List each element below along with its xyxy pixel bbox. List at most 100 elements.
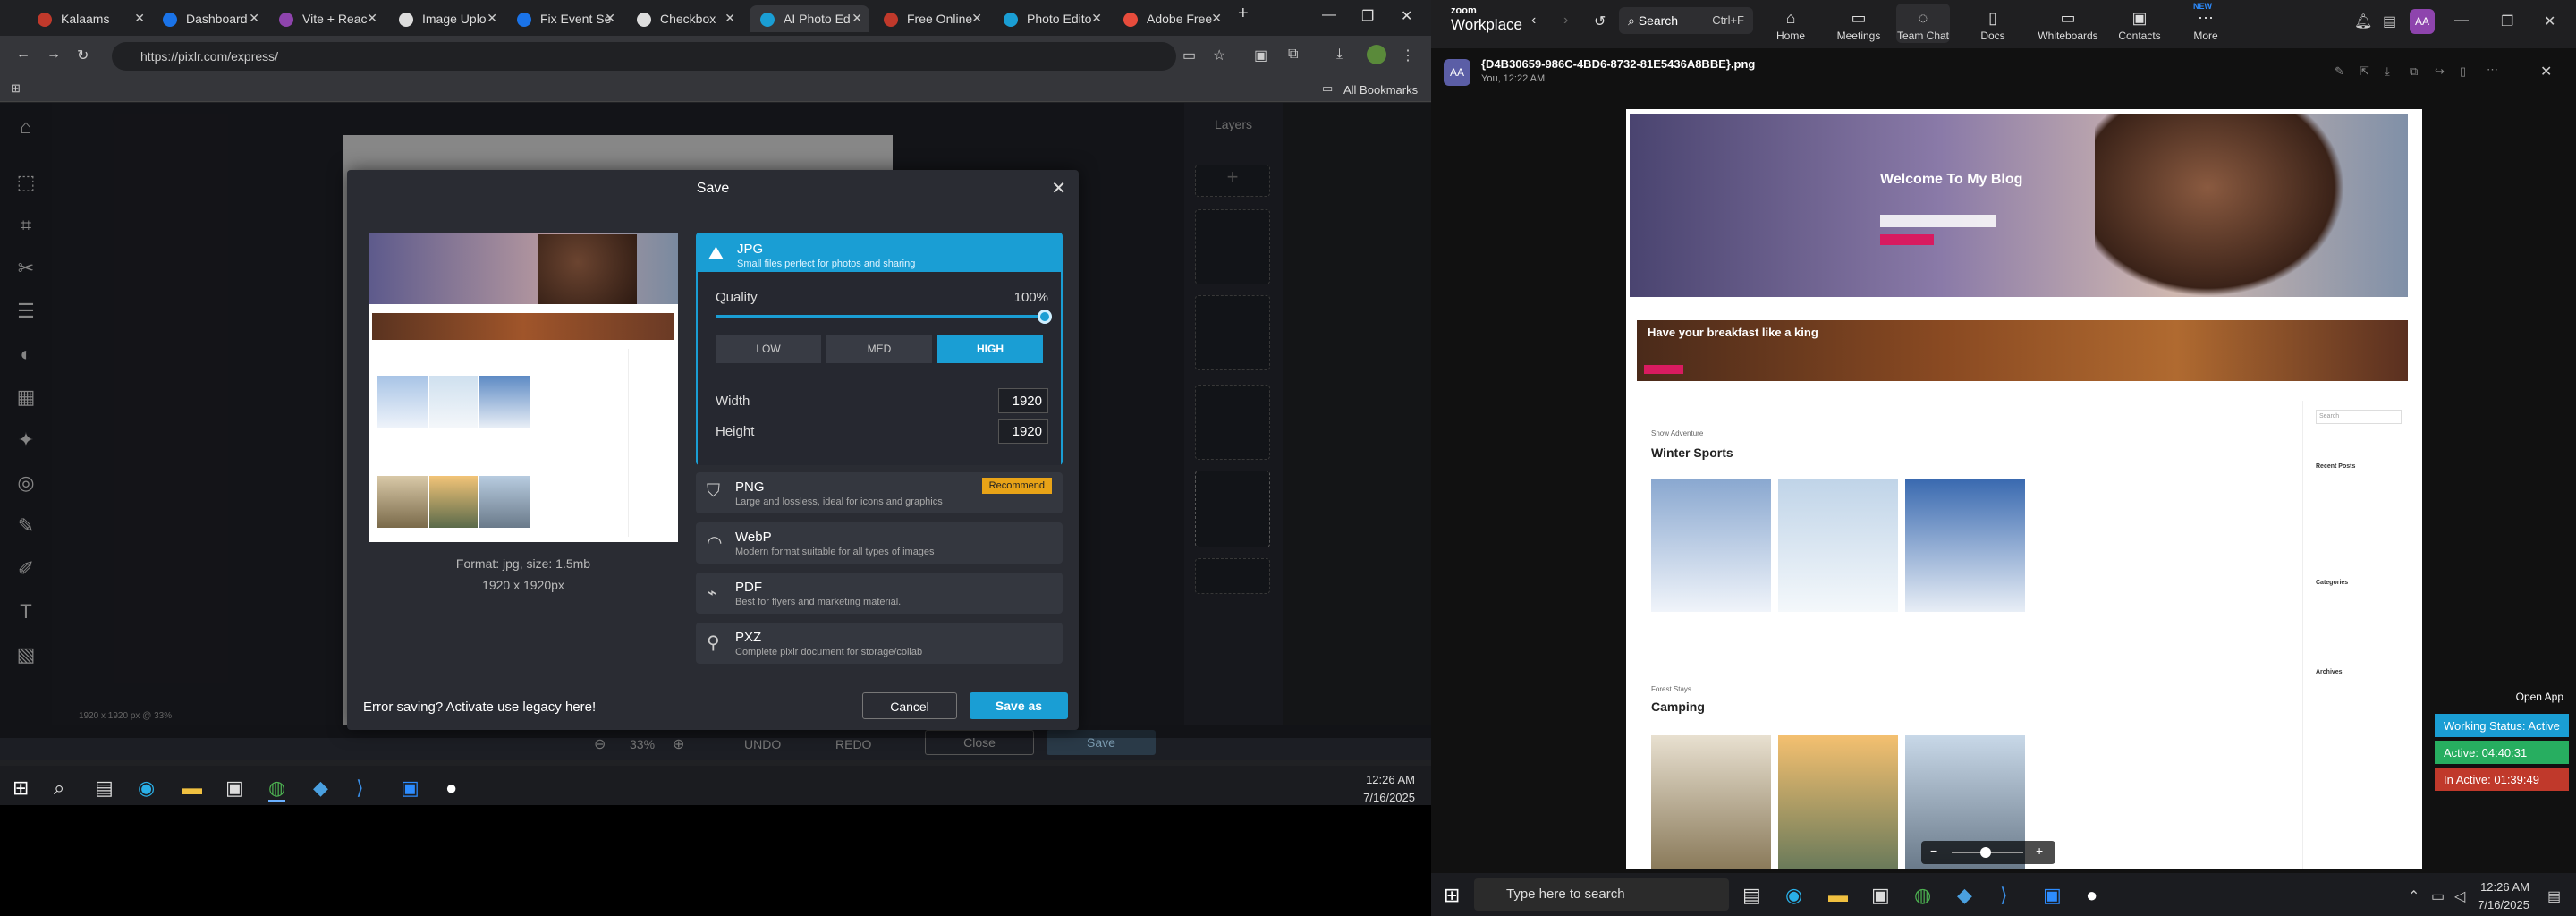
- store-icon[interactable]: ▣: [225, 776, 244, 800]
- close-tab-icon[interactable]: ✕: [971, 11, 982, 26]
- puzzle-icon[interactable]: ⧉: [1288, 47, 1298, 63]
- apps-icon[interactable]: ▤: [2383, 13, 2396, 30]
- file-explorer-icon[interactable]: ▬: [1828, 884, 1848, 907]
- zoom-app-icon[interactable]: ▣: [2043, 884, 2062, 907]
- minimize-icon[interactable]: —: [2454, 13, 2469, 29]
- minimize-icon[interactable]: —: [1322, 7, 1336, 23]
- file-explorer-icon[interactable]: ▬: [182, 776, 202, 800]
- back-icon[interactable]: ‹: [1531, 13, 1536, 29]
- zoom-search-field[interactable]: ⌕ Search Ctrl+F: [1619, 7, 1753, 34]
- close-tab-icon[interactable]: ✕: [367, 11, 377, 26]
- store-icon[interactable]: ▣: [1871, 884, 1890, 907]
- new-tab-icon[interactable]: +: [1238, 4, 1249, 24]
- open-external-icon[interactable]: ⇱: [2360, 64, 2369, 79]
- url-field[interactable]: https://pixlr.com/express/: [112, 42, 1176, 71]
- tray-chevron-icon[interactable]: ⌃: [2408, 887, 2419, 905]
- close-tab-icon[interactable]: ✕: [605, 11, 615, 26]
- system-clock[interactable]: 12:26 AM 7/16/2025: [2478, 878, 2529, 914]
- pdf-option[interactable]: ⌁ PDF Best for flyers and marketing mate…: [696, 572, 1063, 614]
- pxz-option[interactable]: ⚲ PXZ Complete pixlr document for storag…: [696, 623, 1063, 664]
- forward-icon[interactable]: ›: [1563, 13, 1568, 29]
- volume-icon[interactable]: ◁: [2454, 887, 2465, 905]
- windows-start-icon[interactable]: ⊞: [1444, 884, 1460, 907]
- redo-button[interactable]: REDO: [835, 737, 871, 751]
- dialog-close-icon[interactable]: ✕: [1051, 177, 1066, 199]
- close-tab-icon[interactable]: ✕: [1091, 11, 1102, 26]
- tab-free-online[interactable]: Free Online ✕: [873, 5, 989, 32]
- vscode-alt-icon[interactable]: ◆: [313, 776, 328, 800]
- more-options-icon[interactable]: ⋯: [2487, 63, 2498, 77]
- cancel-button[interactable]: Cancel: [862, 692, 957, 719]
- edge-icon[interactable]: ◉: [1785, 884, 1802, 907]
- zoom-app-icon[interactable]: ▣: [401, 776, 419, 800]
- nav-docs[interactable]: ▯ Docs: [1966, 9, 2020, 42]
- close-viewer-icon[interactable]: ✕: [2540, 63, 2552, 81]
- png-option[interactable]: ⛉ PNG Large and lossless, ideal for icon…: [696, 472, 1063, 513]
- bookmark-icon[interactable]: ▯: [2460, 64, 2466, 79]
- chrome-icon[interactable]: ◍: [268, 776, 286, 802]
- vscode-icon[interactable]: ⟩: [2000, 884, 2008, 907]
- undo-button[interactable]: UNDO: [744, 737, 781, 751]
- webp-option[interactable]: ◠ WebP Modern format suitable for all ty…: [696, 522, 1063, 564]
- nav-contacts[interactable]: ▣ Contacts: [2113, 9, 2166, 42]
- tab-fix-event[interactable]: Fix Event Se ✕: [506, 5, 623, 32]
- close-tab-icon[interactable]: ✕: [487, 11, 497, 26]
- tab-photo-editor[interactable]: Photo Edito ✕: [993, 5, 1109, 32]
- maximize-icon[interactable]: ❐: [2501, 13, 2513, 30]
- tab-checkbox[interactable]: Checkbox ✕: [626, 5, 742, 32]
- download-icon[interactable]: ⤓: [2385, 64, 2390, 79]
- quality-high-button[interactable]: HIGH: [937, 335, 1043, 363]
- tab-dashboard[interactable]: Dashboard ✕: [152, 5, 267, 32]
- tab-image-upload[interactable]: Image Uplo ✕: [388, 5, 504, 32]
- nav-home[interactable]: ⌂ Home: [1764, 9, 1818, 42]
- task-view-icon[interactable]: ▤: [95, 776, 114, 800]
- system-clock[interactable]: 12:26 AM 7/16/2025: [1363, 771, 1415, 805]
- nav-team-chat[interactable]: ◌ Team Chat: [1896, 4, 1950, 43]
- nav-more[interactable]: ⋯ More: [2179, 9, 2233, 42]
- recorder-icon[interactable]: ●: [445, 776, 457, 800]
- open-app-link[interactable]: Open App: [2516, 691, 2563, 703]
- all-bookmarks-link[interactable]: All Bookmarks: [1343, 83, 1418, 97]
- save-as-button[interactable]: Save as: [970, 692, 1068, 719]
- zoom-in-icon[interactable]: +: [2036, 844, 2043, 858]
- user-avatar[interactable]: AA: [2410, 9, 2435, 34]
- cast-icon[interactable]: ▭: [1182, 47, 1196, 64]
- nav-meetings[interactable]: ▭ Meetings: [1832, 9, 1885, 42]
- back-icon[interactable]: ←: [16, 47, 30, 63]
- download-icon[interactable]: ⤓: [1336, 47, 1343, 63]
- windows-start-icon[interactable]: ⊞: [13, 776, 29, 800]
- chrome-menu-icon[interactable]: ⋮: [1401, 47, 1415, 64]
- chrome-icon[interactable]: ◍: [1914, 884, 1931, 907]
- close-tab-icon[interactable]: ✕: [724, 11, 735, 26]
- maximize-icon[interactable]: ❐: [1361, 7, 1374, 25]
- width-input[interactable]: 1920: [998, 388, 1048, 413]
- forward-icon[interactable]: →: [47, 47, 61, 63]
- quality-med-button[interactable]: MED: [826, 335, 932, 363]
- profile-avatar[interactable]: [1367, 45, 1386, 64]
- vscode-icon[interactable]: ⟩: [356, 776, 364, 800]
- notification-center-icon[interactable]: ▤: [2547, 887, 2561, 905]
- extension-icon[interactable]: ▣: [1254, 47, 1267, 64]
- edge-icon[interactable]: ◉: [138, 776, 155, 800]
- quality-slider[interactable]: [716, 310, 1052, 324]
- shared-image[interactable]: Welcome To My Blog Have your breakfast l…: [1626, 109, 2422, 869]
- notifications-icon[interactable]: 🔔︎: [2354, 13, 2372, 30]
- bookmark-star-icon[interactable]: ☆: [1213, 47, 1225, 64]
- tab-ai-photo-editor[interactable]: AI Photo Ed ✕: [750, 5, 869, 32]
- close-window-icon[interactable]: ✕: [2544, 13, 2555, 30]
- search-icon[interactable]: ⌕: [54, 776, 64, 800]
- taskbar-search[interactable]: Type here to search: [1474, 878, 1729, 911]
- task-view-icon[interactable]: ▤: [1742, 884, 1761, 907]
- close-tab-icon[interactable]: ✕: [134, 11, 145, 26]
- jpg-option[interactable]: ⛰ JPG Small files perfect for photos and…: [696, 233, 1063, 465]
- network-icon[interactable]: ▭: [2431, 887, 2445, 905]
- zoom-in-icon[interactable]: ⊕: [673, 735, 684, 753]
- legacy-link[interactable]: Error saving? Activate use legacy here!: [363, 700, 596, 715]
- tab-vite[interactable]: Vite + Reac ✕: [268, 5, 385, 32]
- close-tab-icon[interactable]: ✕: [1211, 11, 1222, 26]
- zoom-out-icon[interactable]: ⊖: [594, 735, 606, 753]
- tab-kalaams[interactable]: Kalaams ✕: [27, 5, 152, 32]
- edit-icon[interactable]: ✎: [2334, 64, 2344, 79]
- close-tab-icon[interactable]: ✕: [249, 11, 259, 26]
- reload-icon[interactable]: ↻: [77, 47, 89, 64]
